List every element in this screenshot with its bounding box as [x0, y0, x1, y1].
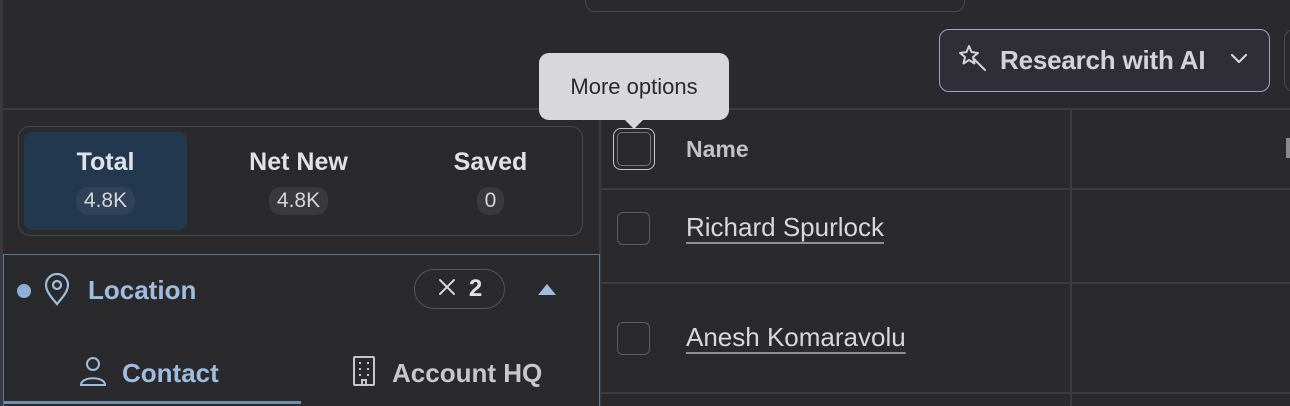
more-options-tooltip: More options — [539, 53, 729, 120]
row-divider — [600, 392, 1290, 394]
active-filter-dot — [17, 284, 31, 298]
header-row-divider — [600, 188, 1290, 190]
tab-saved-count: 0 — [476, 186, 505, 215]
tab-net-new-label: Net New — [249, 147, 348, 176]
map-pin-icon — [42, 272, 72, 312]
next-column-header-edge — [1286, 138, 1290, 158]
select-all-checkbox[interactable] — [613, 128, 655, 170]
tab-contact-label: Contact — [122, 357, 219, 388]
tab-total-count: 4.8K — [75, 186, 136, 215]
tab-account-hq[interactable]: Account HQ — [350, 343, 542, 403]
person-name-link[interactable]: Anesh Komaravolu — [686, 322, 906, 353]
building-icon — [350, 355, 378, 392]
search-bar-edge[interactable] — [585, 0, 965, 12]
active-tab-underline — [4, 401, 301, 404]
tab-saved[interactable]: Saved 0 — [409, 132, 572, 230]
caret-up-icon[interactable] — [537, 282, 557, 301]
location-filter-label[interactable]: Location — [88, 275, 196, 306]
select-all-checkbox-inner — [617, 132, 651, 166]
clear-location-filter-button[interactable]: 2 — [414, 269, 505, 309]
tab-total-label: Total — [76, 147, 135, 176]
tab-account-hq-label: Account HQ — [392, 357, 543, 388]
column-header-name[interactable]: Name — [686, 136, 749, 163]
row-checkbox[interactable] — [617, 212, 650, 245]
research-with-ai-button[interactable]: Research with AI — [939, 29, 1270, 92]
tab-net-new[interactable]: Net New 4.8K — [217, 132, 380, 230]
person-name-link[interactable]: Richard Spurlock — [686, 212, 884, 243]
person-icon — [78, 355, 108, 392]
close-icon — [437, 277, 457, 302]
tab-net-new-count: 4.8K — [268, 186, 329, 215]
tooltip-text: More options — [570, 73, 698, 99]
magic-wand-icon — [958, 43, 988, 78]
location-filter: Location 2 Contact Account HQ — [3, 254, 600, 406]
tab-saved-label: Saved — [453, 147, 528, 176]
result-stats-tabs: Total 4.8K Net New 4.8K Saved 0 — [18, 126, 583, 236]
tooltip-arrow — [624, 119, 644, 129]
tab-total[interactable]: Total 4.8K — [24, 132, 187, 230]
chevron-down-icon — [1229, 51, 1249, 70]
row-checkbox[interactable] — [617, 322, 650, 355]
row-divider — [600, 282, 1290, 284]
column-divider[interactable] — [1070, 108, 1072, 406]
location-filter-count: 2 — [468, 275, 483, 302]
toolbar-overflow-button[interactable] — [1284, 29, 1290, 92]
tab-contact[interactable]: Contact — [78, 343, 219, 403]
research-with-ai-label: Research with AI — [1000, 45, 1206, 75]
